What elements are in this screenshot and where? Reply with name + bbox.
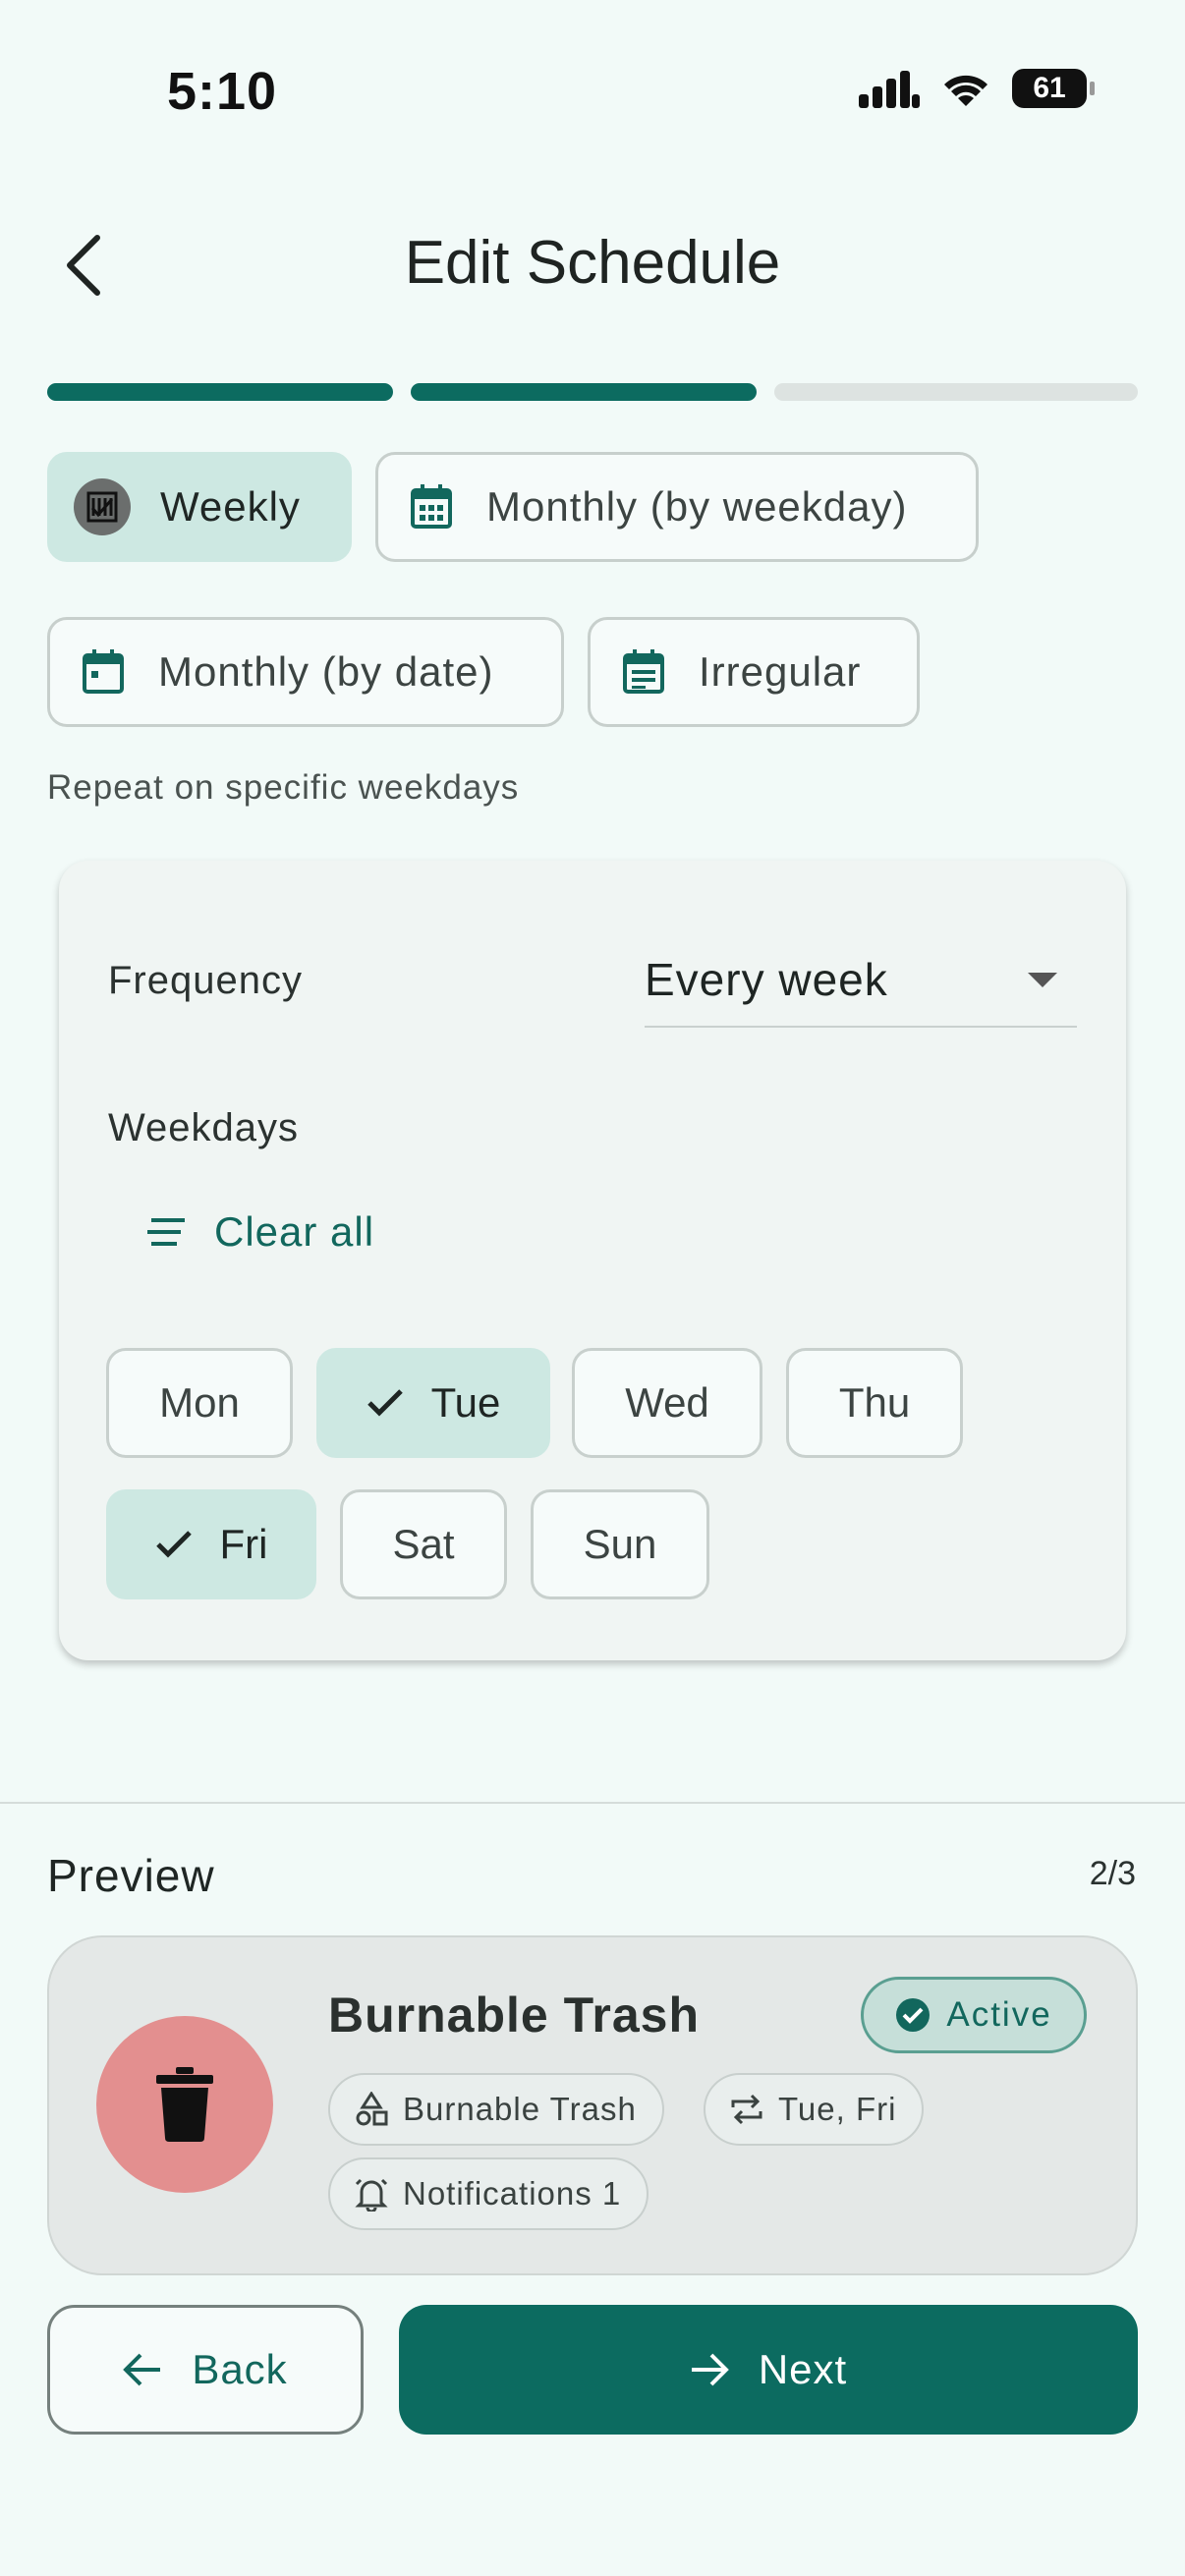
frequency-label: Frequency — [108, 959, 303, 1002]
page-title: Edit Schedule — [404, 229, 781, 297]
preview-name: Burnable Trash — [328, 1988, 700, 2043]
clear-all-label: Clear all — [214, 1208, 375, 1255]
day-chip-mon[interactable]: Mon — [106, 1348, 293, 1458]
frequency-dropdown[interactable]: Every week — [645, 943, 1077, 1028]
day-chip-wed[interactable]: Wed — [572, 1348, 762, 1458]
chip-irregular[interactable]: Irregular — [588, 617, 920, 727]
calendar-week-icon — [74, 478, 131, 535]
next-button[interactable]: Next — [399, 2305, 1138, 2435]
day-chip-fri[interactable]: Fri — [106, 1489, 316, 1599]
back-button-label: Back — [192, 2346, 288, 2392]
battery-indicator: 61 — [1012, 69, 1095, 108]
cellular-signal-icon — [859, 71, 920, 108]
weekdays-label: Weekdays — [108, 1106, 300, 1149]
day-label: Wed — [625, 1379, 709, 1426]
preview-title: Preview — [47, 1850, 215, 1901]
next-button-label: Next — [758, 2346, 848, 2392]
shapes-icon — [356, 2092, 388, 2126]
clear-all-icon — [147, 1218, 185, 1246]
day-label: Sun — [583, 1521, 657, 1567]
chip-monthly-by-weekday-label: Monthly (by weekday) — [486, 483, 908, 530]
day-chip-thu[interactable]: Thu — [786, 1348, 963, 1458]
tag-notifications: Notifications 1 — [328, 2157, 649, 2230]
status-time: 5:10 — [167, 62, 278, 121]
trash-icon — [156, 2067, 213, 2142]
chip-monthly-by-weekday[interactable]: Monthly (by weekday) — [375, 452, 979, 562]
chip-weekly-label: Weekly — [160, 483, 301, 530]
calendar-list-icon — [622, 649, 665, 695]
schedule-description: Repeat on specific weekdays — [47, 768, 520, 807]
progress-step-3 — [774, 383, 1138, 401]
chip-irregular-label: Irregular — [699, 648, 862, 695]
day-label: Sat — [392, 1521, 455, 1567]
tag-notifications-label: Notifications 1 — [403, 2175, 622, 2212]
chip-weekly[interactable]: Weekly — [47, 452, 352, 562]
dropdown-arrow-icon — [1028, 973, 1057, 987]
wifi-icon — [944, 75, 988, 106]
check-icon — [367, 1388, 404, 1418]
repeat-icon — [731, 2094, 762, 2125]
calendar-icon — [410, 484, 453, 530]
clear-all-button[interactable]: Clear all — [147, 1208, 374, 1256]
status-badge: Active — [861, 1977, 1087, 2053]
tag-days: Tue, Fri — [704, 2073, 925, 2146]
frequency-value: Every week — [645, 954, 888, 1005]
day-chip-tue[interactable]: Tue — [316, 1348, 550, 1458]
tag-category-label: Burnable Trash — [403, 2091, 637, 2127]
step-indicator: 2/3 — [1089, 1855, 1136, 1892]
chip-monthly-by-date[interactable]: Monthly (by date) — [47, 617, 564, 727]
day-label: Mon — [159, 1379, 240, 1426]
arrow-left-icon — [123, 2353, 161, 2386]
day-chip-sat[interactable]: Sat — [340, 1489, 507, 1599]
status-icons: 61 — [859, 69, 1095, 108]
check-circle-icon — [896, 1998, 931, 2032]
day-chip-sun[interactable]: Sun — [531, 1489, 709, 1599]
tag-days-label: Tue, Fri — [778, 2091, 897, 2127]
trash-avatar — [96, 2016, 273, 2193]
status-label: Active — [946, 1995, 1052, 2034]
back-button[interactable]: Back — [47, 2305, 364, 2435]
day-label: Fri — [219, 1521, 268, 1567]
bell-icon — [355, 2178, 388, 2212]
day-label: Thu — [838, 1379, 911, 1426]
progress-step-2 — [411, 383, 757, 401]
arrow-right-icon — [691, 2353, 729, 2386]
day-label: Tue — [430, 1379, 501, 1426]
check-icon — [155, 1530, 193, 1559]
chip-monthly-by-date-label: Monthly (by date) — [158, 648, 494, 695]
tag-category: Burnable Trash — [328, 2073, 664, 2146]
calendar-icon — [82, 649, 125, 695]
progress-step-1 — [47, 383, 393, 401]
section-divider — [0, 1802, 1185, 1804]
